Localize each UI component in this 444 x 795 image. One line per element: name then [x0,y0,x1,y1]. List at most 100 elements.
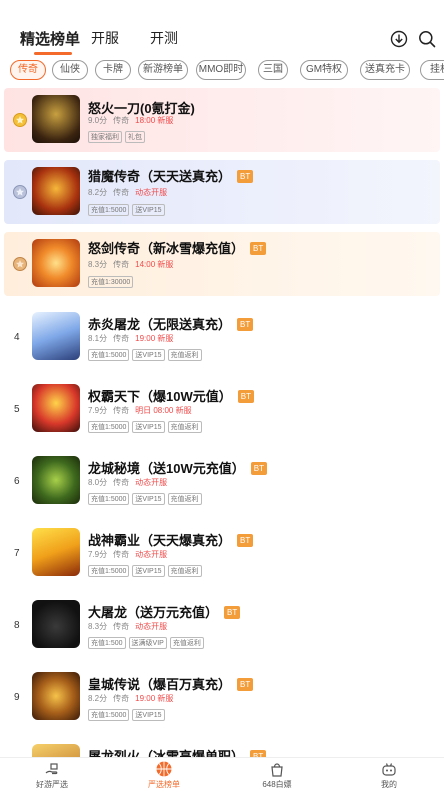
gold-medal-icon [13,113,27,127]
list-item[interactable]: 9 皇城传说（爆百万真充） BT 8.2分 传奇 19:00 新服 充值1:5000 送… [0,666,444,738]
rank-number: 9 [14,692,20,703]
game-icon[interactable] [32,239,80,287]
list-item[interactable]: 8 大屠龙（送万元充值） BT 8.3分 传奇 动态开服 充值1:500 送满级VIP 充… [0,594,444,666]
game-tags: 充值1:5000 送VIP15 充值返利 [88,421,205,433]
bt-badge: BT [237,390,254,403]
game-tags: 充值1:5000 送VIP15 [88,204,168,216]
game-icon[interactable] [32,95,80,143]
tag: 送VIP15 [132,421,165,433]
game-icon[interactable] [32,528,80,576]
game-meta: 8.2分 传奇 动态开服 [88,188,168,197]
nav-curated-games[interactable]: 好游严选 [22,760,82,790]
bottom-nav: 好游严选 严选榜单 648白嫖 我的 [0,757,444,795]
tag: 充值1:5000 [88,349,130,361]
list-item[interactable]: 猎魔传奇（天天送真充） BT 8.2分 传奇 动态开服 充值1:5000 送VIP15 [4,160,440,224]
game-meta: 9.0分 传奇 18:00 新服 [88,116,174,125]
chip-idle[interactable]: 挂机 [420,60,444,80]
game-title: 权霸天下（爆10W元值） BT [88,386,254,405]
bt-badge: BT [250,462,267,475]
rank-number: 7 [14,548,20,559]
tag: 充值1:5000 [88,709,130,721]
tag: 礼包 [125,131,145,143]
tab-test-open[interactable]: 开测 [150,28,178,48]
list-item[interactable]: 怒火一刀(0氪打金) 9.0分 传奇 18:00 新服 独家福利 礼包 [4,88,440,152]
robot-icon [382,763,396,776]
game-meta: 8.0分 传奇 动态开服 [88,478,168,487]
tag: 充值1:30000 [88,276,134,288]
tag: 充值1:5000 [88,204,130,216]
tag: 送满级VIP [128,637,167,649]
list-item[interactable]: 4 赤炎屠龙（无限送真充） BT 8.1分 传奇 19:00 新服 充值1:5000 送… [0,306,444,378]
bt-badge: BT [224,606,241,619]
chip-three-kingdoms[interactable]: 三国 [258,60,288,80]
game-tags: 充值1:5000 送VIP15 充值返利 [88,565,205,577]
game-icon[interactable] [32,312,80,360]
list-item[interactable]: 5 权霸天下（爆10W元值） BT 7.9分 传奇 明日 08:00 新服 充值1:5… [0,378,444,450]
bt-badge: BT [237,318,254,331]
list-item[interactable]: 屠龙烈火（冰雪高爆单职） BT [0,738,444,758]
tag: 充值1:5000 [88,421,130,433]
chip-card[interactable]: 卡牌 [95,60,131,80]
tag: 送VIP15 [132,204,165,216]
nav-label: 好游严选 [36,780,68,789]
nav-label: 648白嫖 [262,780,292,789]
category-chips: 传奇 仙侠 卡牌 新游榜单 MMO即时 三国 GM特权 送真充卡 挂机 [0,60,444,82]
game-icon[interactable] [32,600,80,648]
tag: 充值返利 [167,421,202,433]
game-title: 龙城秘境（送10W元充值） BT [88,458,267,477]
list-item[interactable]: 怒剑传奇（新冰雪爆充值） BT 8.3分 传奇 14:00 新服 充值1:30000 [4,232,440,296]
nav-label: 严选榜单 [148,780,180,789]
tab-featured-ranking[interactable]: 精选榜单 [20,28,80,55]
chip-gm[interactable]: GM特权 [300,60,348,80]
tag: 送VIP15 [132,349,165,361]
game-icon[interactable] [32,744,80,758]
bronze-medal-icon [13,257,27,271]
list-item[interactable]: 7 战神霸业（天天爆真充） BT 7.9分 传奇 动态开服 充值1:5000 送VIP1… [0,522,444,594]
game-icon[interactable] [32,167,80,215]
search-icon[interactable] [418,30,436,48]
chip-xianxia[interactable]: 仙侠 [52,60,88,80]
tag: 独家福利 [88,131,122,143]
tag: 充值返利 [167,493,202,505]
chip-new-games[interactable]: 新游榜单 [138,60,188,80]
tag: 送VIP15 [132,565,165,577]
game-icon[interactable] [32,672,80,720]
tag: 送VIP15 [132,493,165,505]
game-meta: 8.3分 传奇 动态开服 [88,622,168,631]
game-meta: 7.9分 传奇 动态开服 [88,550,168,559]
rank-number: 5 [14,404,20,415]
rank-number: 8 [14,620,20,631]
game-meta: 7.9分 传奇 明日 08:00 新服 [88,406,192,415]
download-icon[interactable] [390,30,408,48]
game-meta: 8.3分 传奇 14:00 新服 [88,260,174,269]
game-tags: 充值1:500 送满级VIP 充值返利 [88,637,207,649]
game-title: 猎魔传奇（天天送真充） BT [88,166,254,185]
game-icon[interactable] [32,384,80,432]
nav-mine[interactable]: 我的 [359,760,419,790]
game-tags: 充值1:5000 送VIP15 充值返利 [88,349,205,361]
game-meta: 8.1分 传奇 19:00 新服 [88,334,174,343]
tag: 充值返利 [169,637,204,649]
game-tags: 充值1:5000 送VIP15 [88,709,168,721]
game-tags: 充值1:5000 送VIP15 充值返利 [88,493,205,505]
game-title: 怒剑传奇（新冰雪爆充值） BT [88,238,267,257]
nav-ranking[interactable]: 严选榜单 [134,760,194,790]
tag: 充值1:5000 [88,493,130,505]
bt-badge: BT [237,678,254,691]
chip-real-recharge[interactable]: 送真充卡 [360,60,410,80]
rank-number: 6 [14,476,20,487]
chip-mmo[interactable]: MMO即时 [196,60,246,80]
hand-gift-icon [45,763,58,775]
tag: 送VIP15 [132,709,165,721]
top-tab-bar: 精选榜单 开服 开测 [0,0,444,56]
bt-badge: BT [237,534,254,547]
game-icon[interactable] [32,456,80,504]
tag: 充值返利 [167,349,202,361]
tab-server-open[interactable]: 开服 [91,28,119,48]
chip-legend[interactable]: 传奇 [10,60,46,80]
game-title: 皇城传说（爆百万真充） BT [88,674,254,693]
list-item[interactable]: 6 龙城秘境（送10W元充值） BT 8.0分 传奇 动态开服 充值1:5000 送VI… [0,450,444,522]
nav-648-free[interactable]: 648白嫖 [247,760,307,790]
game-tags: 独家福利 礼包 [88,131,148,143]
gift-bag-icon [271,763,283,777]
